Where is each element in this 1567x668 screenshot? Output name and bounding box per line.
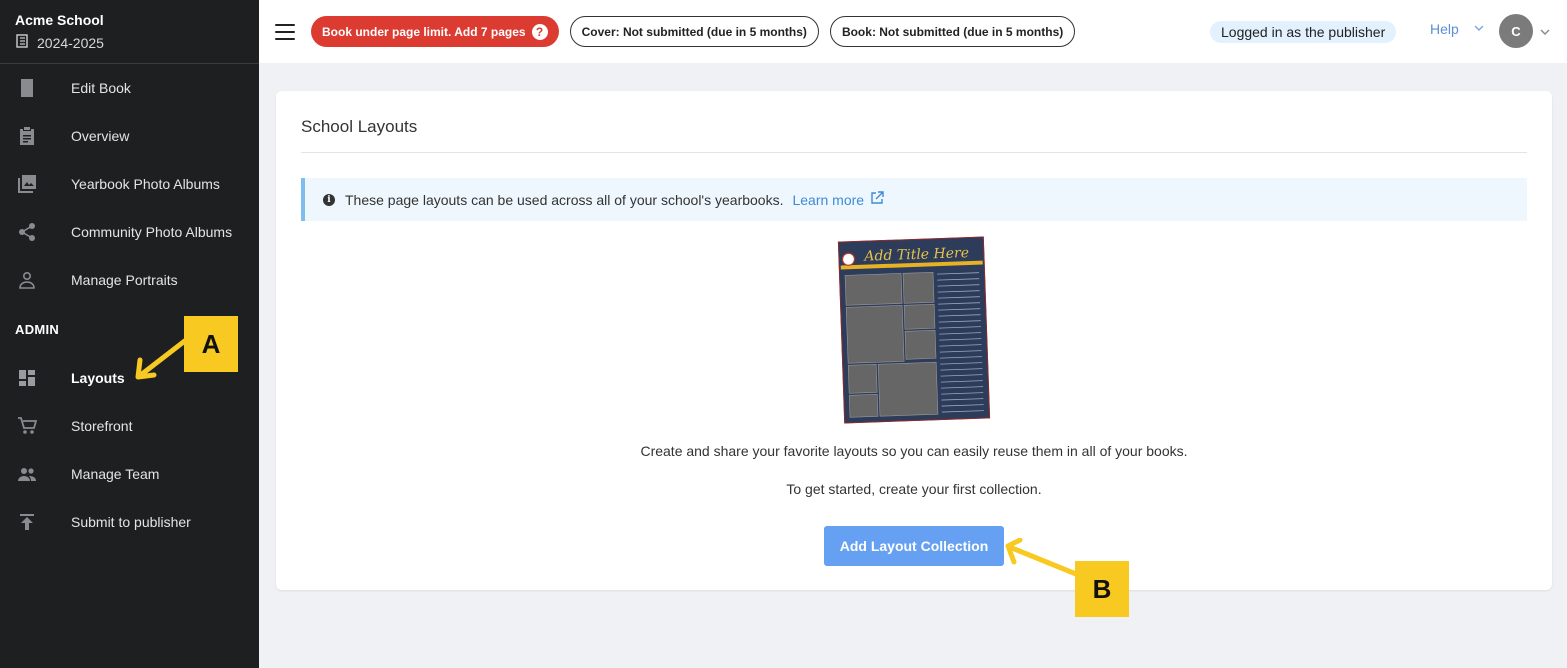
sidebar-item-label: Storefront bbox=[71, 418, 133, 434]
sidebar-item-label: Overview bbox=[71, 128, 130, 144]
sidebar-item-label: Yearbook Photo Albums bbox=[71, 176, 220, 192]
book-status-badge[interactable]: Book: Not submitted (due in 5 months) bbox=[829, 16, 1076, 47]
sidebar-item-label: Community Photo Albums bbox=[71, 224, 233, 240]
info-banner: i These page layouts can be used across … bbox=[301, 178, 1527, 221]
get-started-text: To get started, create your first collec… bbox=[786, 481, 1042, 497]
chevron-down-icon bbox=[1473, 21, 1485, 37]
sidebar-item-label: Submit to publisher bbox=[71, 514, 191, 530]
info-text: These page layouts can be used across al… bbox=[345, 191, 784, 208]
callout-b: B bbox=[1075, 561, 1129, 617]
upload-icon bbox=[16, 511, 38, 533]
layout-thumbnail: Add Title Here bbox=[836, 235, 992, 425]
cover-status-text: Cover: Not submitted (due in 5 months) bbox=[581, 24, 807, 39]
clipboard-icon bbox=[16, 125, 38, 147]
sidebar-item-manage-portraits[interactable]: Manage Portraits bbox=[0, 256, 259, 304]
info-icon: i bbox=[323, 193, 335, 206]
learn-more-link[interactable]: Learn more bbox=[792, 191, 884, 208]
help-circle-icon: ? bbox=[531, 23, 548, 40]
share-icon bbox=[16, 221, 38, 243]
photo-album-icon bbox=[16, 173, 38, 195]
cart-icon bbox=[16, 415, 38, 437]
help-label: Help bbox=[1430, 21, 1459, 37]
menu-icon[interactable] bbox=[275, 23, 295, 40]
team-icon bbox=[16, 463, 38, 485]
sidebar-item-submit-to-publisher[interactable]: Submit to publisher bbox=[0, 498, 259, 546]
help-menu[interactable]: Help bbox=[1430, 21, 1485, 37]
chevron-down-icon[interactable] bbox=[1539, 25, 1551, 43]
layouts-description: Create and share your favorite layouts s… bbox=[640, 443, 1188, 459]
sidebar-item-label: Manage Team bbox=[71, 466, 160, 482]
sidebar-nav: Edit Book Overview Yearbook Photo Albums… bbox=[0, 64, 259, 546]
page-title: School Layouts bbox=[301, 117, 418, 136]
person-icon bbox=[16, 269, 38, 291]
top-bar: Book under page limit. Add 7 pages ? Cov… bbox=[259, 0, 1567, 63]
sidebar-item-overview[interactable]: Overview bbox=[0, 112, 259, 160]
school-layouts-card: School Layouts i These page layouts can … bbox=[276, 91, 1552, 590]
sidebar-item-label: Manage Portraits bbox=[71, 272, 178, 288]
book-icon bbox=[16, 77, 38, 99]
arrow-b-icon bbox=[1005, 538, 1079, 577]
avatar[interactable]: C bbox=[1499, 14, 1533, 48]
arrow-a-icon bbox=[135, 337, 189, 380]
school-year-label: 2024-2025 bbox=[37, 34, 104, 51]
sidebar-item-community-photo-albums[interactable]: Community Photo Albums bbox=[0, 208, 259, 256]
sidebar-item-label: Edit Book bbox=[71, 80, 131, 96]
sidebar-item-label: Layouts bbox=[71, 370, 125, 386]
callout-a: A bbox=[184, 316, 238, 372]
sidebar-item-manage-team[interactable]: Manage Team bbox=[0, 450, 259, 498]
sidebar-item-storefront[interactable]: Storefront bbox=[0, 402, 259, 450]
page-limit-text: Book under page limit. Add 7 pages bbox=[322, 24, 526, 39]
book-status-text: Book: Not submitted (due in 5 months) bbox=[841, 24, 1064, 39]
divider bbox=[301, 152, 1527, 153]
cover-status-badge[interactable]: Cover: Not submitted (due in 5 months) bbox=[569, 16, 819, 47]
learn-more-label: Learn more bbox=[792, 191, 865, 208]
dashboard-icon bbox=[16, 367, 38, 389]
logged-in-badge: Logged in as the publisher bbox=[1210, 21, 1397, 43]
sidebar-item-edit-book[interactable]: Edit Book bbox=[0, 64, 259, 112]
yearbook-icon bbox=[15, 34, 29, 51]
add-layout-collection-button[interactable]: Add Layout Collection bbox=[824, 526, 1004, 566]
sidebar-item-yearbook-photo-albums[interactable]: Yearbook Photo Albums bbox=[0, 160, 259, 208]
school-year[interactable]: 2024-2025 bbox=[15, 34, 244, 51]
school-name: Acme School bbox=[15, 12, 104, 28]
school-header: Acme School 2024-2025 bbox=[0, 0, 259, 64]
external-link-icon bbox=[870, 191, 884, 208]
page-limit-badge[interactable]: Book under page limit. Add 7 pages ? bbox=[311, 16, 559, 47]
